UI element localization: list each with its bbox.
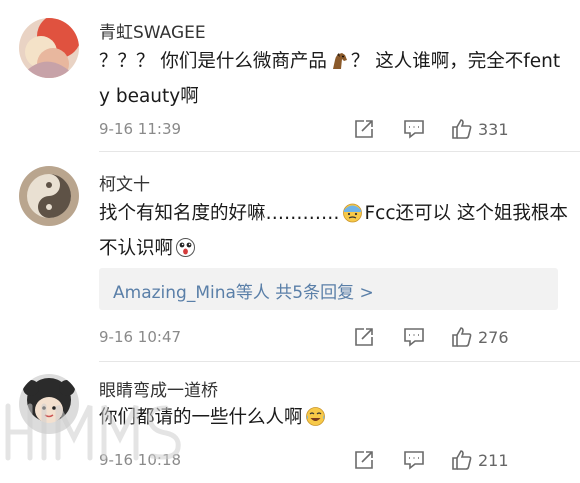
repost-button[interactable] [353, 323, 375, 351]
comment-actions: 331 [350, 115, 580, 143]
horse-emoji-icon [329, 50, 349, 81]
thumbs-up-icon [452, 327, 472, 347]
replies-box[interactable]: Amazing_Mina等人 共5条回复 > [99, 268, 558, 310]
laugh-cry-emoji-icon [305, 406, 326, 437]
comment-text: 找个有知名度的好嘛………… Fcc还可以 这个姐我根本不认识啊 [99, 198, 569, 268]
shocked-face-emoji-icon [175, 237, 196, 268]
thumbs-up-icon [452, 119, 472, 139]
comment-text-part: ？？？ 你们是什么微商产品 [99, 51, 327, 72]
comment-button[interactable] [403, 323, 425, 351]
comment-actions: 211 [350, 446, 580, 474]
comment-text-part: 你们都请的一些什么人啊 [99, 407, 303, 428]
avatar[interactable] [19, 18, 79, 78]
comment-button[interactable] [403, 446, 425, 474]
view-replies-link[interactable]: Amazing_Mina等人 共5条回复 > [113, 278, 374, 303]
like-button[interactable]: 276 [450, 323, 509, 351]
repost-icon [355, 451, 373, 469]
like-count: 331 [478, 119, 509, 139]
avatar[interactable] [19, 166, 79, 226]
comment-text: 你们都请的一些什么人啊 [99, 402, 569, 437]
comment-icon [404, 328, 424, 347]
username[interactable]: 眼睛弯成一道桥 [99, 376, 218, 401]
repost-button[interactable] [353, 446, 375, 474]
comment-item: 眼睛弯成一道桥 你们都请的一些什么人啊 9-16 10:18 211 [0, 362, 580, 483]
like-button[interactable]: 211 [450, 446, 509, 474]
like-count: 211 [478, 450, 509, 470]
like-button[interactable]: 331 [450, 115, 509, 143]
timestamp: 9-16 10:47 [99, 328, 182, 346]
comment-text-part: 找个有知名度的好嘛………… [99, 203, 340, 224]
comment-item: 柯文十 找个有知名度的好嘛………… Fcc还可以 这个姐我根本不认识啊 Amazi… [0, 152, 580, 362]
comment-button[interactable] [403, 115, 425, 143]
timestamp: 9-16 10:18 [99, 451, 182, 469]
avatar[interactable] [19, 374, 79, 434]
comment-icon [404, 451, 424, 470]
repost-button[interactable] [353, 115, 375, 143]
comment-icon [404, 120, 424, 139]
comment-text: ？？？ 你们是什么微商产品？ 这人谁啊，完全不fenty beauty啊 [99, 46, 569, 112]
repost-icon [355, 120, 373, 138]
timestamp: 9-16 11:39 [99, 120, 182, 138]
comment-actions: 276 [350, 323, 580, 351]
like-count: 276 [478, 327, 509, 347]
comment-item: 青虹SWAGEE ？？？ 你们是什么微商产品？ 这人谁啊，完全不fenty be… [0, 0, 580, 155]
cold-sweat-emoji-icon [342, 202, 363, 233]
thumbs-up-icon [452, 450, 472, 470]
repost-icon [355, 328, 373, 346]
username[interactable]: 青虹SWAGEE [99, 18, 206, 43]
username[interactable]: 柯文十 [99, 170, 150, 195]
